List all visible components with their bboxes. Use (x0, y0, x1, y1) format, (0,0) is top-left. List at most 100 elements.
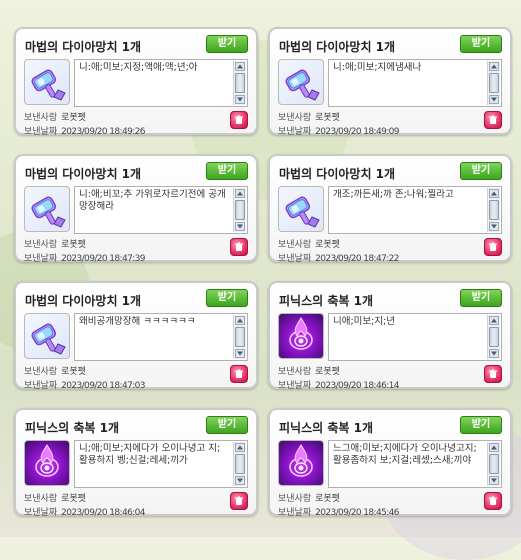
date-row: 보낸날짜 2023/09/20 18:45:46 (278, 505, 399, 518)
scroll-up-icon[interactable] (489, 189, 499, 198)
scroll-up-icon[interactable] (489, 443, 499, 452)
scroll-down-icon[interactable] (235, 349, 245, 358)
item-icon (278, 313, 324, 359)
date-label: 보낸날짜 (24, 127, 58, 137)
message-text: 니:애;비꼬;추 가위로자르기전에 공개망장해라 (79, 189, 226, 212)
message-scrollbar[interactable] (487, 442, 500, 486)
scroll-up-icon[interactable] (235, 62, 245, 71)
date-label: 보낸날짜 (24, 254, 58, 264)
gift-title: 피닉스의 축복 1개 (25, 421, 119, 435)
claim-button[interactable]: 받기 (206, 289, 248, 307)
delete-button[interactable] (484, 492, 502, 510)
scroll-down-icon[interactable] (235, 476, 245, 485)
scroll-thumb[interactable] (235, 73, 245, 93)
scroll-up-icon[interactable] (489, 62, 499, 71)
message-text: 니애;미보;지;년 (333, 316, 396, 327)
sender-name: 로봇펫 (61, 240, 86, 250)
delete-button[interactable] (230, 111, 248, 129)
scroll-up-icon[interactable] (489, 316, 499, 325)
message-scrollbar[interactable] (233, 61, 246, 105)
sender-name: 로봇펫 (315, 494, 340, 504)
scroll-down-icon[interactable] (235, 222, 245, 231)
trash-icon (235, 369, 243, 378)
scroll-up-icon[interactable] (235, 316, 245, 325)
item-icon (24, 313, 70, 359)
gift-card: 마법의 다이아망치 1개 받기 니:애;미보;지에냄새나 보낸사람 로봇펫 보낸날… (268, 27, 512, 137)
sender-row: 보낸사람 로봇펫 (278, 110, 340, 123)
item-icon (278, 59, 324, 105)
delete-button[interactable] (230, 238, 248, 256)
date-row: 보낸날짜 2023/09/20 18:47:22 (278, 251, 399, 264)
gift-title: 마법의 다이아망치 1개 (25, 167, 142, 181)
message-scrollbar[interactable] (233, 442, 246, 486)
message-text: 왜비공개망장해 ㅋㅋㅋㅋㅋㅋ (79, 316, 196, 327)
claim-button[interactable]: 받기 (460, 162, 502, 180)
scroll-thumb[interactable] (489, 454, 499, 474)
trash-icon (489, 242, 497, 251)
gift-card: 피닉스의 축복 1개 받기 니;애;미보;지에다가 오이나녕고 지;활용하지 벵… (14, 408, 258, 518)
delete-button[interactable] (484, 365, 502, 383)
sent-date: 2023/09/20 18:47:39 (61, 254, 145, 264)
message-scrollbar[interactable] (487, 315, 500, 359)
message-text: 느그애;미보;지에다가 오이나녕고지;활용좀하지 보;지걸;레셌;스새;끼야 (333, 443, 477, 466)
sender-name: 로봇펫 (61, 367, 86, 377)
sender-label: 보낸사람 (278, 113, 312, 123)
sender-label: 보낸사람 (24, 113, 58, 123)
message-scrollbar[interactable] (233, 315, 246, 359)
sent-date: 2023/09/20 18:46:14 (315, 381, 399, 391)
delete-button[interactable] (484, 238, 502, 256)
message-box: 니:애;미보;지정;액애;액;년;아 (74, 59, 248, 107)
claim-button[interactable]: 받기 (206, 35, 248, 53)
sender-row: 보낸사람 로봇펫 (24, 237, 86, 250)
sent-date: 2023/09/20 18:46:04 (61, 508, 145, 518)
scroll-thumb[interactable] (235, 200, 245, 220)
scroll-up-icon[interactable] (235, 189, 245, 198)
gift-title: 피닉스의 축복 1개 (279, 294, 373, 308)
gift-card: 마법의 다이아망치 1개 받기 니:애;비꼬;추 가위로자르기전에 공개망장해라… (14, 154, 258, 264)
delete-button[interactable] (230, 365, 248, 383)
sent-date: 2023/09/20 18:47:03 (61, 381, 145, 391)
scroll-up-icon[interactable] (235, 443, 245, 452)
date-row: 보낸날짜 2023/09/20 18:49:09 (278, 124, 399, 137)
trash-icon (235, 115, 243, 124)
item-icon (278, 440, 324, 486)
scroll-down-icon[interactable] (489, 349, 499, 358)
claim-button[interactable]: 받기 (460, 289, 502, 307)
date-label: 보낸날짜 (24, 381, 58, 391)
date-label: 보낸날짜 (278, 508, 312, 518)
delete-button[interactable] (230, 492, 248, 510)
message-box: 개조;까든새;까 존;나워;찔라고 (328, 186, 502, 234)
delete-button[interactable] (484, 111, 502, 129)
gift-card: 마법의 다이아망치 1개 받기 니:애;미보;지정;액애;액;년;아 보낸사람 로… (14, 27, 258, 137)
item-icon (278, 186, 324, 232)
scroll-thumb[interactable] (489, 200, 499, 220)
item-icon (24, 440, 70, 486)
sender-row: 보낸사람 로봇펫 (278, 364, 340, 377)
sender-row: 보낸사람 로봇펫 (278, 237, 340, 250)
message-text: 니:애;미보;지정;액애;액;년;아 (79, 62, 198, 73)
sender-name: 로봇펫 (315, 113, 340, 123)
scroll-down-icon[interactable] (489, 476, 499, 485)
sender-row: 보낸사람 로봇펫 (24, 110, 86, 123)
date-row: 보낸날짜 2023/09/20 18:46:14 (278, 378, 399, 391)
claim-button[interactable]: 받기 (460, 416, 502, 434)
scroll-down-icon[interactable] (489, 95, 499, 104)
date-label: 보낸날짜 (278, 127, 312, 137)
phoenix-blessing-icon (289, 317, 313, 350)
message-scrollbar[interactable] (233, 188, 246, 232)
scroll-thumb[interactable] (489, 73, 499, 93)
claim-button[interactable]: 받기 (206, 416, 248, 434)
scroll-thumb[interactable] (235, 327, 245, 347)
claim-button[interactable]: 받기 (206, 162, 248, 180)
claim-button[interactable]: 받기 (460, 35, 502, 53)
scroll-thumb[interactable] (489, 327, 499, 347)
scroll-thumb[interactable] (235, 454, 245, 474)
message-scrollbar[interactable] (487, 61, 500, 105)
sender-row: 보낸사람 로봇펫 (24, 364, 86, 377)
scroll-down-icon[interactable] (489, 222, 499, 231)
gift-card: 피닉스의 축복 1개 받기 느그애;미보;지에다가 오이나녕고지;활용좀하지 보… (268, 408, 512, 518)
trash-icon (489, 369, 497, 378)
scroll-down-icon[interactable] (235, 95, 245, 104)
sender-label: 보낸사람 (24, 367, 58, 377)
message-scrollbar[interactable] (487, 188, 500, 232)
